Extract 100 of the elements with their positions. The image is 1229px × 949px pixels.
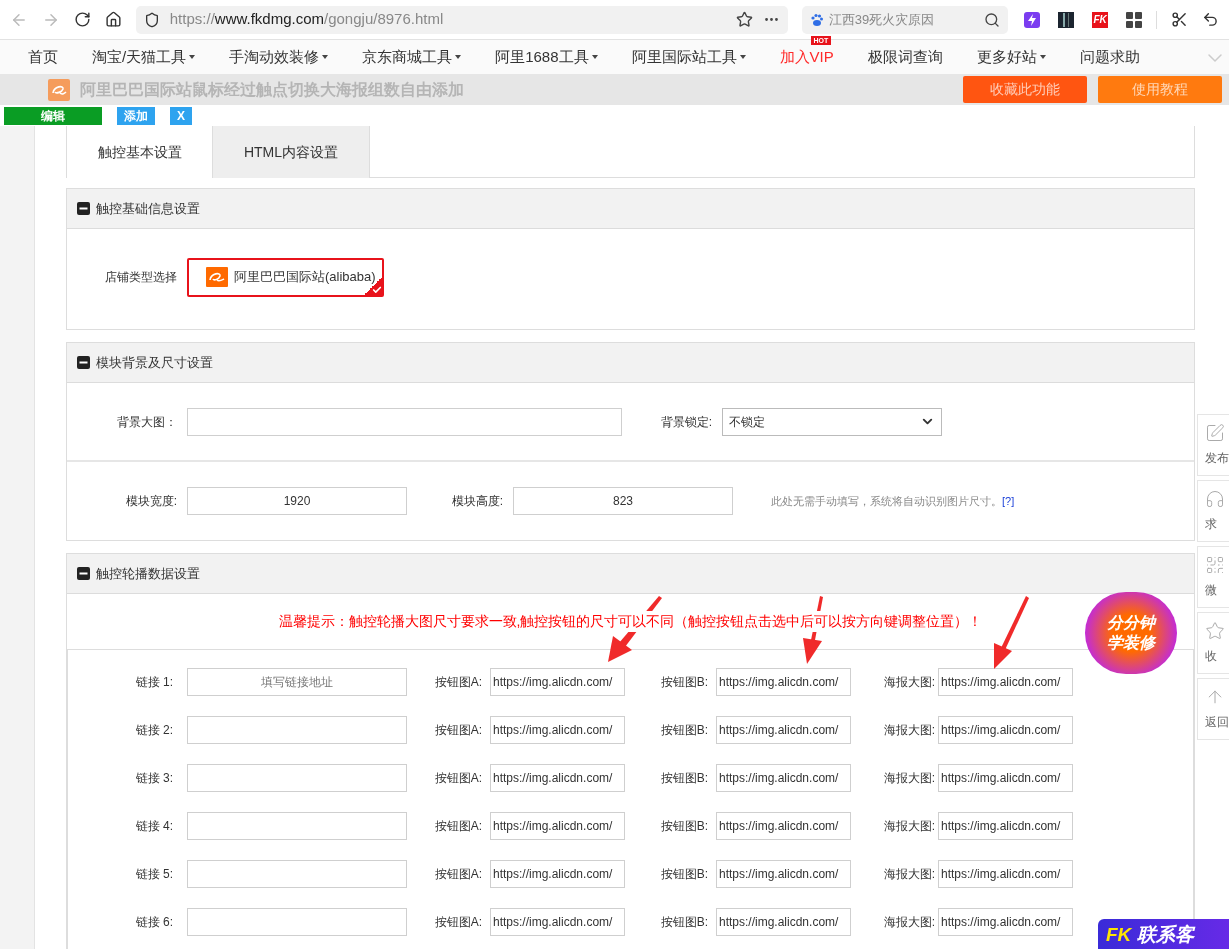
field-label: 店铺类型选择 <box>104 269 177 286</box>
field-label: 按钮图B: <box>659 914 709 931</box>
url-field[interactable]: https://img.alicdn.com/ <box>490 860 625 888</box>
section-header[interactable]: 触控基础信息设置 <box>67 189 1194 229</box>
field-label: 海报大图: <box>882 866 936 883</box>
caret-icon <box>455 54 462 59</box>
url-field[interactable]: https://img.alicdn.com/ <box>490 668 625 696</box>
section-title: 触控轮播数据设置 <box>96 564 200 583</box>
link-field[interactable] <box>187 860 407 888</box>
url-field[interactable]: https://img.alicdn.com/ <box>490 908 625 936</box>
shield-icon[interactable] <box>143 11 160 28</box>
field-label: 按钮图B: <box>659 674 709 691</box>
url-field[interactable]: https://img.alicdn.com/ <box>716 764 851 792</box>
tab[interactable]: 触控基本设置 <box>67 126 213 178</box>
alibaba-logo-icon <box>206 267 228 287</box>
link-field[interactable] <box>187 764 407 792</box>
text-field[interactable]: 823 <box>513 487 733 515</box>
nav-link[interactable]: 淘宝/天猫工具 <box>92 45 196 68</box>
caret-icon <box>322 54 329 59</box>
url-field[interactable]: https://img.alicdn.com/ <box>716 668 851 696</box>
scissors-icon[interactable] <box>1171 11 1189 28</box>
search-icon[interactable] <box>984 11 1001 28</box>
field-label: 海报大图: <box>882 674 936 691</box>
apps-icon[interactable] <box>1126 11 1143 28</box>
url-field[interactable]: https://img.alicdn.com/ <box>716 812 851 840</box>
url-field[interactable]: https://img.alicdn.com/ <box>716 908 851 936</box>
nav-link[interactable]: 极限词查询 <box>867 45 943 68</box>
hint-text: 此处无需手动填写，系统将自动识别图片尺寸。 <box>771 493 1002 509</box>
nav-link[interactable]: 首页 <box>28 45 58 68</box>
toolbar-button[interactable]: 编辑 <box>4 106 102 125</box>
headset-icon <box>1205 489 1225 509</box>
link-field[interactable] <box>187 716 407 744</box>
collapse-icon[interactable] <box>77 356 90 369</box>
text-field[interactable]: 1920 <box>187 487 407 515</box>
tab[interactable]: HTML内容设置 <box>213 126 370 178</box>
nav-link[interactable]: 京东商城工具 <box>362 45 462 68</box>
nav-link[interactable]: 手淘动效装修 <box>229 45 329 68</box>
float-side-button[interactable]: 收 <box>1197 612 1229 674</box>
float-side-button[interactable]: 返回 <box>1197 678 1229 740</box>
promo-text: 分分钟 <box>1107 613 1155 633</box>
field-label: 按钮图B: <box>659 818 709 835</box>
url-field[interactable]: https://img.alicdn.com/ <box>716 860 851 888</box>
field-label: 链接 3: <box>134 770 173 787</box>
link-field[interactable] <box>187 908 407 936</box>
star-icon[interactable] <box>735 11 753 28</box>
url-field[interactable]: https://img.alicdn.com/ <box>938 668 1073 696</box>
lock-select[interactable]: 不锁定 <box>722 407 942 436</box>
collapse-icon[interactable] <box>77 202 90 215</box>
url-field[interactable]: https://img.alicdn.com/ <box>490 764 625 792</box>
field-label: 海报大图: <box>882 770 936 787</box>
nav-link[interactable]: 更多好站 <box>976 45 1046 68</box>
url-field[interactable]: https://img.alicdn.com/ <box>938 812 1073 840</box>
field-label: 链接 4: <box>134 818 173 835</box>
extension-icon[interactable] <box>1058 11 1075 28</box>
url-text: https://www.fkdmg.com/gongju/8976.html <box>169 9 444 30</box>
collapse-icon[interactable] <box>77 567 90 580</box>
field-label: 链接 6: <box>134 914 173 931</box>
section-title: 模块背景及尺寸设置 <box>96 353 213 372</box>
promo-text: 学装修 <box>1107 633 1155 653</box>
star-icon <box>1205 621 1225 641</box>
undo-icon[interactable] <box>1202 11 1220 28</box>
url-field[interactable]: https://img.alicdn.com/ <box>716 716 851 744</box>
float-side-button[interactable]: 发布 <box>1197 414 1229 476</box>
reload-icon[interactable] <box>73 11 91 28</box>
fk-logo: FK <box>1106 922 1132 947</box>
extension-icon[interactable]: FK <box>1092 11 1109 28</box>
link-field[interactable] <box>187 812 407 840</box>
float-side-button[interactable]: 微 <box>1197 546 1229 608</box>
field-label: 按钮图A: <box>433 722 483 739</box>
section-header[interactable]: 模块背景及尺寸设置 <box>67 343 1194 383</box>
field-label: 背景锁定: <box>659 413 712 431</box>
field-label: 按钮图B: <box>659 722 709 739</box>
link-field[interactable]: 填写链接地址 <box>187 668 407 696</box>
bolt-icon[interactable] <box>1024 11 1041 28</box>
field-label: 按钮图B: <box>659 866 709 883</box>
nav-link[interactable]: 加入VIP <box>779 45 834 68</box>
url-field[interactable]: https://img.alicdn.com/ <box>938 764 1073 792</box>
qr-code-icon <box>1205 555 1225 575</box>
store-option[interactable]: 阿里巴巴国际站(alibaba) <box>187 257 384 297</box>
section-header[interactable]: 触控轮播数据设置 <box>67 554 1194 594</box>
address-bar[interactable]: https://www.fkdmg.com/gongju/8976.html <box>135 5 788 34</box>
caret-icon <box>591 54 598 59</box>
contact-banner[interactable]: FK 联系客 <box>1098 919 1229 949</box>
url-field[interactable]: https://img.alicdn.com/ <box>490 716 625 744</box>
field-label: 海报大图: <box>882 722 936 739</box>
field-label: 链接 1: <box>134 674 173 691</box>
url-field[interactable]: https://img.alicdn.com/ <box>490 812 625 840</box>
text-field[interactable] <box>187 407 622 436</box>
section-title: 触控基础信息设置 <box>96 199 200 218</box>
field-label: 模块宽度: <box>124 493 177 510</box>
edit-icon <box>1205 423 1225 443</box>
url-field[interactable]: https://img.alicdn.com/ <box>938 716 1073 744</box>
url-field[interactable]: https://img.alicdn.com/ <box>938 860 1073 888</box>
url-field[interactable]: https://img.alicdn.com/ <box>938 908 1073 936</box>
help-link[interactable]: [?] <box>1002 492 1015 510</box>
home-icon[interactable] <box>104 11 122 28</box>
nav-link[interactable]: 阿里1688工具 <box>495 45 598 68</box>
float-side-button[interactable]: 求 <box>1197 480 1229 542</box>
nav-link[interactable]: 阿里国际站工具 <box>631 45 746 68</box>
nav-link[interactable]: 问题求助 <box>1079 45 1140 68</box>
